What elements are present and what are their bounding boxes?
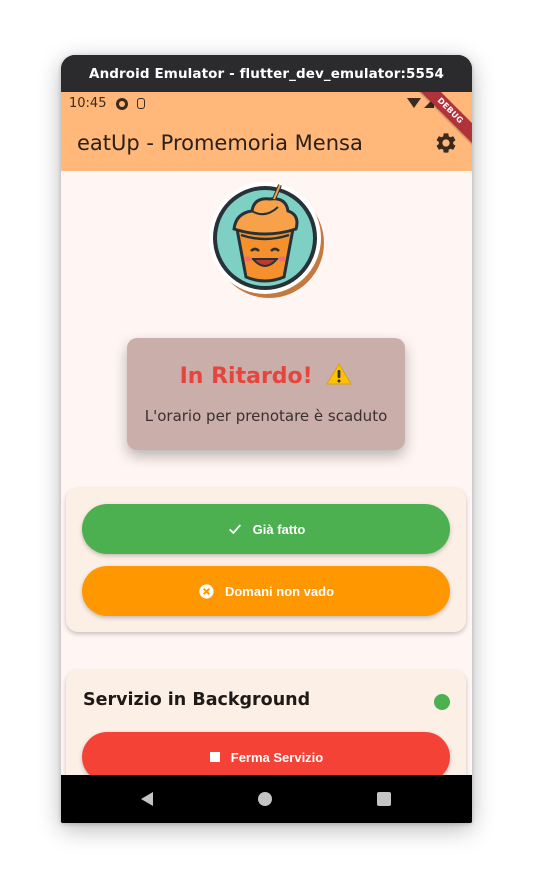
notification-icon: [116, 97, 129, 110]
check-icon: [227, 521, 243, 537]
back-icon[interactable]: [141, 792, 153, 806]
recents-icon[interactable]: [377, 792, 391, 806]
app-title: eatUp - Promemoria Mensa: [77, 131, 363, 155]
skip-tomorrow-label: Domani non vado: [224, 583, 335, 599]
service-status-indicator: [434, 694, 450, 710]
app-bar: eatUp - Promemoria Mensa: [61, 115, 472, 171]
sim-icon: [137, 98, 146, 109]
done-button[interactable]: Già fatto: [82, 504, 450, 554]
system-nav-bar: [61, 775, 472, 823]
status-time: 10:45: [69, 96, 107, 111]
emulator-title: Android Emulator - flutter_dev_emulator:…: [89, 65, 444, 82]
warning-icon: [326, 363, 352, 385]
device-screen: 10:45 DEBUG eatUp - Promemoria Mensa In …: [61, 92, 472, 775]
status-bar: 10:45: [61, 92, 472, 115]
service-title: Servizio in Background: [83, 690, 311, 710]
status-title: In Ritardo!: [179, 364, 313, 389]
skip-tomorrow-button[interactable]: Domani non vado: [82, 566, 450, 616]
done-button-label: Già fatto: [252, 521, 306, 537]
status-title-row: In Ritardo!: [127, 362, 405, 389]
emulator-title-bar: Android Emulator - flutter_dev_emulator:…: [61, 55, 472, 92]
app-logo: [209, 182, 324, 298]
status-card: In Ritardo! L'orario per prenotare è sca…: [127, 338, 405, 450]
gear-icon[interactable]: [434, 131, 458, 155]
wifi-icon: [407, 98, 421, 108]
stop-service-label: Ferma Servizio: [230, 749, 324, 765]
stop-icon: [209, 751, 221, 763]
status-message: L'orario per prenotare è scaduto: [144, 407, 388, 425]
cancel-circle-icon: [198, 583, 215, 600]
background-service-card: Servizio in Background Ferma Servizio: [66, 670, 466, 775]
actions-card: Già fatto Domani non vado: [66, 488, 466, 632]
emulator-window: Android Emulator - flutter_dev_emulator:…: [61, 55, 472, 823]
home-icon[interactable]: [258, 792, 272, 806]
stop-service-button[interactable]: Ferma Servizio: [82, 732, 450, 775]
